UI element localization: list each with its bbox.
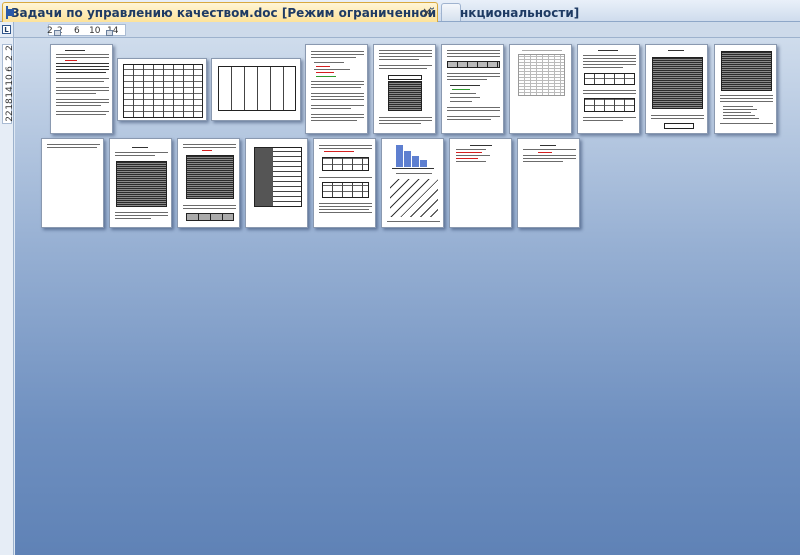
vertical-ruler[interactable]: 2 2 6 10 14 18 22 bbox=[0, 38, 15, 555]
document-tab[interactable]: Задачи по управлению качеством.doc [Режи… bbox=[2, 2, 579, 22]
ruler-tick: 10 bbox=[89, 26, 101, 36]
ruler-tick: 22 bbox=[5, 110, 15, 122]
page-thumbnail[interactable] bbox=[211, 58, 301, 121]
page-thumbnail[interactable] bbox=[517, 138, 580, 228]
ruler-tick: 14 bbox=[5, 86, 15, 98]
page-thumbnail[interactable] bbox=[177, 138, 240, 228]
page-thumbnail[interactable] bbox=[449, 138, 512, 228]
page-thumbnail[interactable] bbox=[109, 138, 172, 228]
ruler-tick: 18 bbox=[5, 98, 15, 110]
page-thumbnail[interactable] bbox=[577, 44, 640, 134]
word-document-icon bbox=[6, 6, 14, 19]
new-tab-button[interactable] bbox=[441, 3, 461, 21]
page-thumbnail[interactable] bbox=[305, 44, 368, 134]
close-tab-button[interactable]: × bbox=[422, 5, 432, 19]
ruler-tick: 6 bbox=[74, 26, 80, 36]
tab-selector[interactable]: L bbox=[0, 22, 14, 38]
ruler-tick: 10 bbox=[5, 74, 15, 86]
vertical-ruler-track: 2 2 6 10 14 18 22 bbox=[2, 44, 15, 124]
page-thumbnail[interactable] bbox=[441, 44, 504, 134]
horizontal-ruler[interactable]: 2 2 6 10 14 bbox=[14, 22, 800, 38]
page-thumbnail[interactable] bbox=[245, 138, 308, 228]
page-thumbnail[interactable] bbox=[509, 44, 572, 134]
right-indent-marker[interactable] bbox=[106, 30, 113, 36]
left-tab-stop-icon: L bbox=[2, 25, 11, 34]
page-thumbnail[interactable] bbox=[381, 138, 444, 228]
document-tab-title: Задачи по управлению качеством.doc [Режи… bbox=[11, 5, 580, 20]
page-thumbnail[interactable] bbox=[50, 44, 113, 134]
page-thumbnail[interactable] bbox=[41, 138, 104, 228]
first-line-indent-marker[interactable] bbox=[54, 30, 61, 36]
tab-bar: Задачи по управлению качеством.doc [Режи… bbox=[0, 0, 800, 22]
page-thumbnail[interactable] bbox=[313, 138, 376, 228]
page-thumbnail[interactable] bbox=[645, 44, 708, 134]
page-thumbnail[interactable] bbox=[714, 44, 777, 134]
page-thumbnail[interactable] bbox=[117, 58, 207, 121]
document-workspace[interactable] bbox=[15, 38, 800, 555]
page-thumbnail[interactable] bbox=[373, 44, 436, 134]
ruler-tick: 2 bbox=[47, 26, 53, 36]
